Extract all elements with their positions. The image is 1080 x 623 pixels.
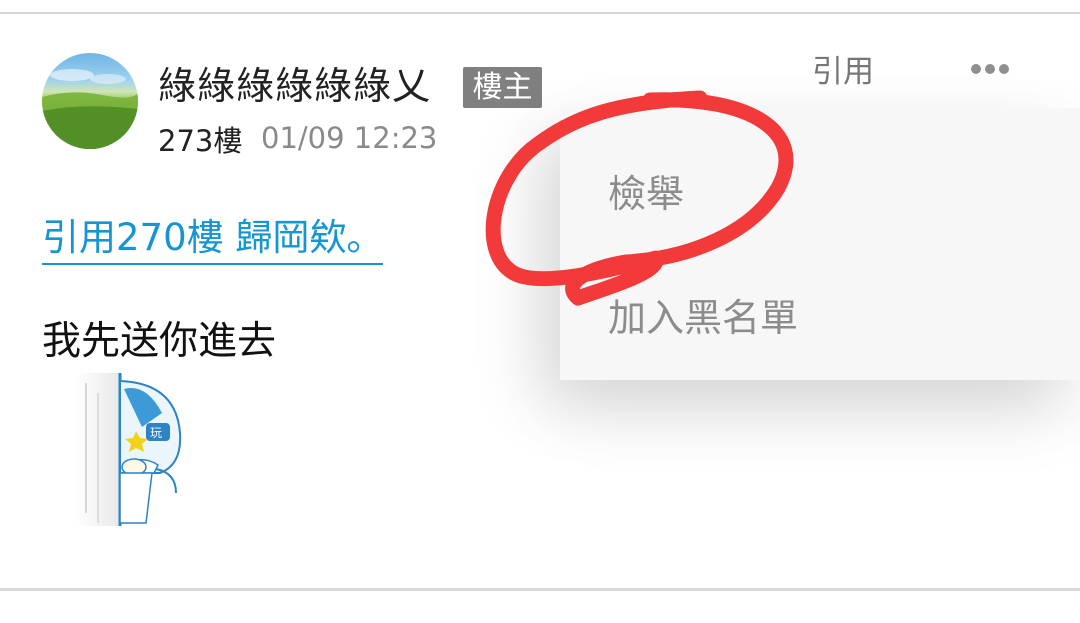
- quote-button[interactable]: 引用: [812, 52, 874, 92]
- floor-number: 273樓: [158, 124, 243, 158]
- avatar[interactable]: [42, 53, 138, 149]
- bottom-divider: [0, 588, 1080, 591]
- avatar-landscape-image: [42, 69, 138, 149]
- more-horizontal-icon[interactable]: [968, 59, 1012, 79]
- quote-link[interactable]: 引用270樓 歸岡欸。: [42, 215, 384, 265]
- svg-text:玩: 玩: [150, 426, 162, 440]
- post-screen: 綠綠綠綠綠綠乂 樓主 273樓 01/09 12:23 引用270樓 歸岡欸。 …: [0, 0, 1080, 623]
- username[interactable]: 綠綠綠綠綠綠乂: [158, 62, 431, 110]
- menu-item-add-blacklist[interactable]: 加入黑名單: [608, 294, 798, 342]
- sticker-image[interactable]: 玩: [76, 373, 191, 526]
- post-timestamp: 01/09 12:23: [261, 121, 438, 155]
- menu-item-report[interactable]: 檢舉: [608, 170, 684, 218]
- top-divider: [0, 12, 1080, 14]
- post-body-text: 我先送你進去: [42, 319, 277, 364]
- dropdown-menu: 檢舉 加入黑名單: [560, 108, 1080, 380]
- host-badge: 樓主: [463, 67, 542, 108]
